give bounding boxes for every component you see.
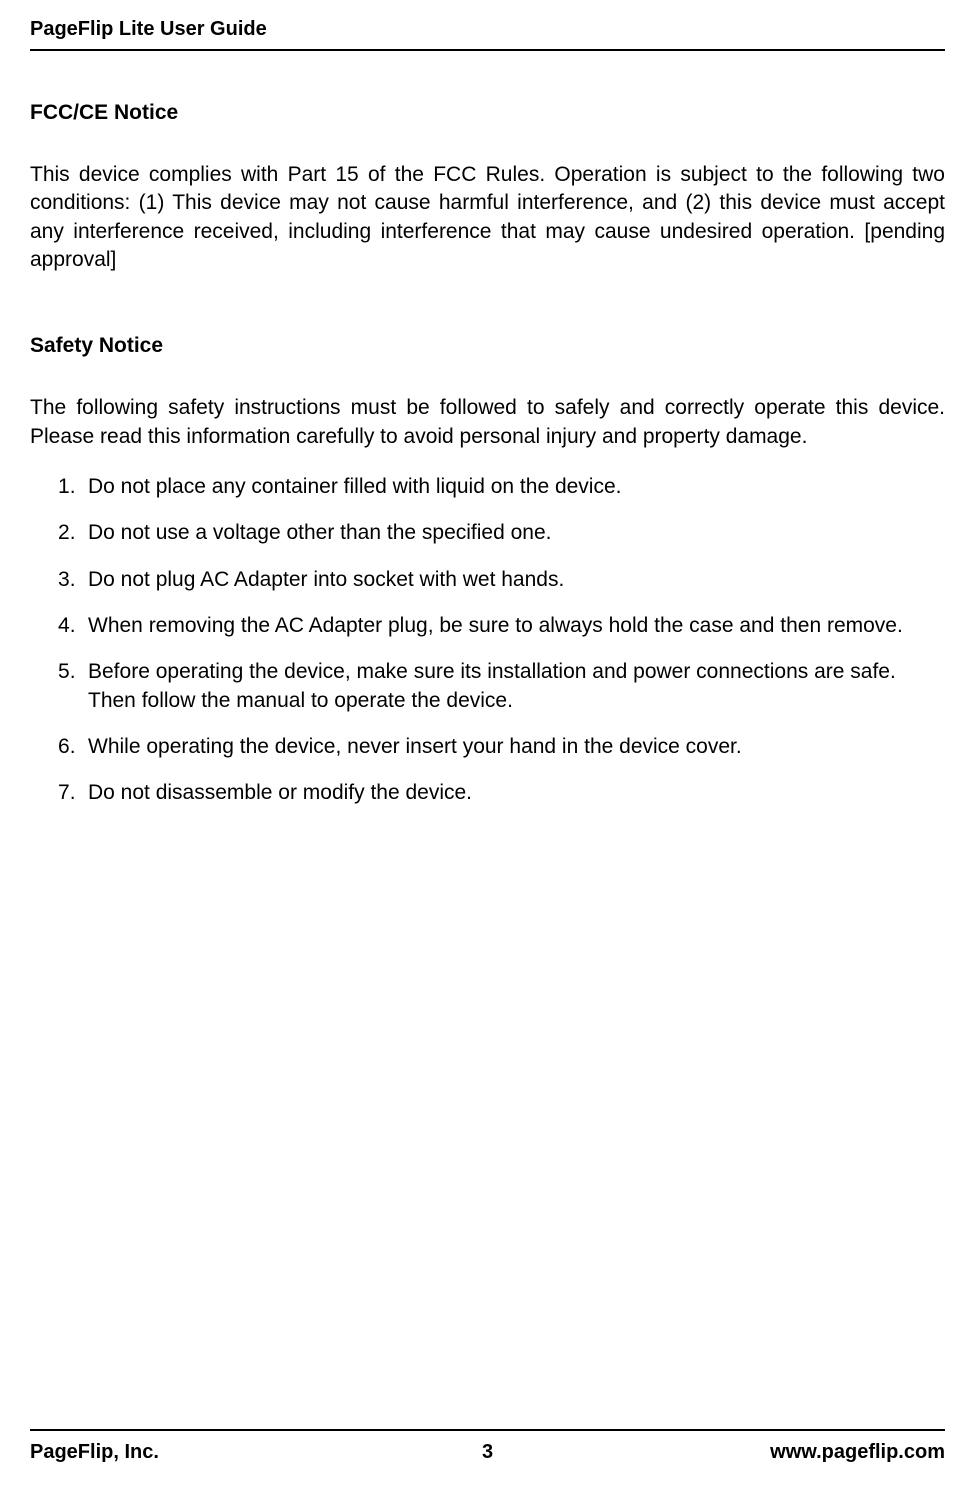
page-header: PageFlip Lite User Guide bbox=[30, 0, 945, 51]
fcc-body: This device complies with Part 15 of the… bbox=[30, 161, 945, 274]
footer-url: www.pageflip.com bbox=[770, 1441, 945, 1464]
header-title: PageFlip Lite User Guide bbox=[30, 18, 945, 41]
list-item: Do not disassemble or modify the device. bbox=[58, 779, 945, 807]
list-item: Before operating the device, make sure i… bbox=[58, 658, 945, 715]
page-footer: PageFlip, Inc. 3 www.pageflip.com bbox=[30, 1429, 945, 1464]
fcc-heading: FCC/CE Notice bbox=[30, 101, 945, 125]
list-item: Do not plug AC Adapter into socket with … bbox=[58, 566, 945, 594]
footer-company: PageFlip, Inc. bbox=[30, 1441, 159, 1464]
footer-page-number: 3 bbox=[482, 1441, 493, 1464]
list-item: Do not use a voltage other than the spec… bbox=[58, 519, 945, 547]
list-item: Do not place any container filled with l… bbox=[58, 473, 945, 501]
list-item: When removing the AC Adapter plug, be su… bbox=[58, 612, 945, 640]
list-item: While operating the device, never insert… bbox=[58, 733, 945, 761]
safety-list: Do not place any container filled with l… bbox=[30, 473, 945, 808]
safety-heading: Safety Notice bbox=[30, 334, 945, 358]
safety-intro: The following safety instructions must b… bbox=[30, 394, 945, 451]
page-content: FCC/CE Notice This device complies with … bbox=[30, 51, 945, 808]
